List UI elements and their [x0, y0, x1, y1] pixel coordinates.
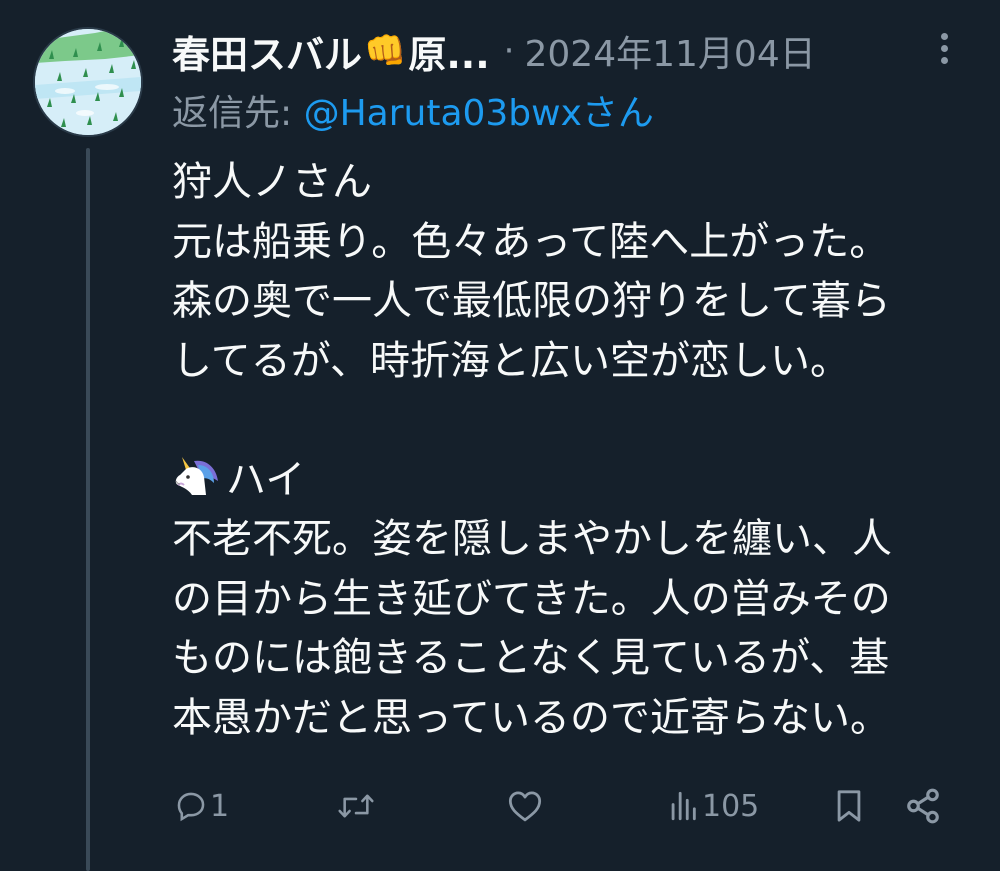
heart-icon	[506, 789, 544, 823]
more-icon[interactable]	[932, 30, 956, 70]
tweet-line: 森の奥で一人で最低限の狩りをして暮ら	[172, 278, 891, 324]
bookmark-button[interactable]	[832, 778, 866, 834]
reply-to-label: 返信先:	[172, 93, 304, 134]
action-bar: 1 105	[172, 778, 962, 834]
tweet[interactable]: 春田スバル 👊 原... · 2024年11月04日 返信先: @Haruta0…	[0, 0, 1000, 871]
tweet-line-with-emoji: ハイ	[172, 451, 972, 511]
share-icon	[904, 787, 942, 825]
reply-button[interactable]: 1	[174, 778, 229, 834]
like-button[interactable]	[506, 778, 546, 834]
avatar[interactable]	[33, 27, 143, 137]
unicorn-icon	[172, 455, 224, 499]
tweet-line: 元は船乗り。色々あって陸へ上がった。	[172, 218, 890, 265]
thread-line	[86, 148, 90, 871]
reply-to-handle[interactable]: @Haruta03bwxさん	[304, 93, 654, 134]
avatar-image	[35, 29, 141, 135]
tweet-line: の目から生き延びてきた。人の営みその	[172, 575, 891, 622]
display-name-truncated[interactable]: 原...	[408, 24, 489, 79]
tweet-line: 狩人ノさん	[172, 159, 372, 205]
display-name[interactable]: 春田スバル	[172, 24, 362, 79]
tweet-line: してるが、時折海と広い空が恋しい。	[172, 337, 850, 384]
tweet-text: 狩人ノさん 元は船乗り。色々あって陸へ上がった。 森の奥で一人で最低限の狩りをし…	[172, 153, 972, 748]
reply-count: 1	[210, 788, 230, 824]
views-button[interactable]: 105	[666, 778, 759, 834]
tweet-line: 本愚かだと思っているので近寄らない。	[172, 694, 890, 741]
retweet-button[interactable]	[336, 778, 378, 834]
tweet-header: 春田スバル 👊 原... · 2024年11月04日	[172, 24, 952, 78]
share-button[interactable]	[904, 778, 942, 834]
reply-icon	[174, 789, 208, 823]
retweet-icon	[336, 789, 376, 823]
tweet-line: 不老不死。姿を隠しまやかしを纏い、人	[172, 516, 892, 562]
tweet-line: ものには飽きることなく見ているが、基	[172, 635, 890, 681]
tweet-line-text: ハイ	[226, 456, 306, 503]
separator-dot: ·	[503, 31, 515, 71]
fist-emoji-icon: 👊	[364, 31, 407, 71]
views-icon	[666, 789, 700, 823]
reply-to: 返信先: @Haruta03bwxさん	[172, 84, 654, 136]
tweet-date[interactable]: 2024年11月04日	[524, 25, 815, 77]
view-count: 105	[702, 788, 760, 824]
bookmark-icon	[832, 787, 866, 825]
